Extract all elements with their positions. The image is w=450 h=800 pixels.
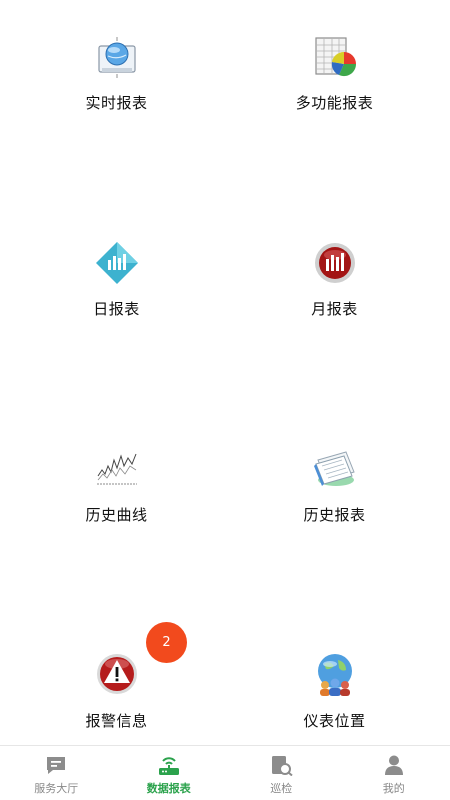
tab-inspection[interactable]: 巡检 — [225, 746, 338, 800]
menu-label: 历史报表 — [303, 506, 366, 524]
globe-users-icon — [312, 652, 358, 698]
tab-mine[interactable]: 我的 — [338, 746, 450, 800]
menu-daily-report[interactable]: 日报表 — [4, 240, 229, 350]
menu-realtime-report[interactable]: 实时报表 — [4, 34, 229, 144]
report-menu-grid: 实时报表 多功能报表 日报表 月报表 历史曲线 历史报表 报警信息 仪表位置 — [0, 0, 450, 745]
tab-label: 服务大厅 — [34, 782, 79, 795]
menu-label: 报警信息 — [85, 712, 148, 730]
menu-label: 日报表 — [93, 300, 140, 318]
inspect-icon — [269, 754, 293, 776]
menu-label: 月报表 — [311, 300, 358, 318]
tab-label: 我的 — [382, 782, 405, 795]
bottom-tab-bar: 服务大厅 数据报表 巡检 我的 — [0, 745, 450, 800]
router-icon — [157, 754, 181, 776]
menu-history-report[interactable]: 历史报表 — [222, 446, 447, 556]
menu-history-curve[interactable]: 历史曲线 — [4, 446, 229, 556]
menu-multifunction-report[interactable]: 多功能报表 — [222, 34, 447, 144]
message-icon — [44, 754, 68, 776]
menu-monthly-report[interactable]: 月报表 — [222, 240, 447, 350]
menu-label: 实时报表 — [85, 94, 148, 112]
alarm-count-badge: 2 — [146, 622, 187, 663]
menu-label: 多功能报表 — [295, 94, 374, 112]
red-bars-icon — [312, 240, 358, 286]
menu-label: 仪表位置 — [303, 712, 366, 730]
tab-label: 巡检 — [270, 782, 293, 795]
person-icon — [382, 754, 406, 776]
warning-icon — [94, 652, 140, 698]
tab-data-report[interactable]: 数据报表 — [113, 746, 226, 800]
line-graph-icon — [94, 446, 140, 492]
tab-label: 数据报表 — [146, 782, 191, 795]
menu-label: 历史曲线 — [85, 506, 148, 524]
spreadsheet-pie-icon — [312, 34, 358, 80]
stacked-papers-icon — [312, 446, 358, 492]
diamond-bars-icon — [94, 240, 140, 286]
tab-service-hall[interactable]: 服务大厅 — [0, 746, 113, 800]
globe-report-icon — [94, 34, 140, 80]
